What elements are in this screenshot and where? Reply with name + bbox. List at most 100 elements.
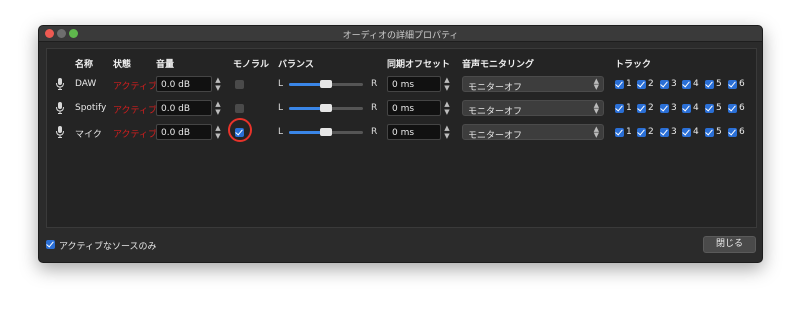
header-monitoring: 音声モニタリング bbox=[462, 60, 535, 70]
track-2-checkbox[interactable]: 2 bbox=[637, 127, 657, 138]
active-only-label: アクティブなソースのみ bbox=[59, 242, 157, 252]
monitoring-value: モニターオフ bbox=[468, 83, 523, 93]
volume-input[interactable]: 0.0 dB bbox=[156, 76, 212, 92]
balance-slider[interactable] bbox=[289, 104, 363, 112]
volume-input[interactable]: 0.0 dB bbox=[156, 124, 212, 140]
sync-stepper-icon[interactable]: ▲ ▼ bbox=[442, 124, 452, 140]
track-4-checkbox[interactable]: 4 bbox=[682, 103, 702, 114]
track-number: 3 bbox=[671, 127, 677, 137]
volume-input[interactable]: 0.0 dB bbox=[156, 100, 212, 116]
checkbox-checked-icon bbox=[615, 104, 624, 113]
source-name: マイク bbox=[75, 130, 102, 140]
track-5-checkbox[interactable]: 5 bbox=[705, 79, 725, 90]
track-number: 6 bbox=[739, 79, 745, 89]
sync-offset-input[interactable]: 0 ms bbox=[387, 76, 441, 92]
track-6-checkbox[interactable]: 6 bbox=[728, 103, 748, 114]
track-3-checkbox[interactable]: 3 bbox=[660, 79, 680, 90]
track-2-checkbox[interactable]: 2 bbox=[637, 103, 657, 114]
checkbox-checked-icon bbox=[705, 104, 714, 113]
track-number: 5 bbox=[716, 103, 722, 113]
track-3-checkbox[interactable]: 3 bbox=[660, 103, 680, 114]
balance-slider-thumb[interactable] bbox=[320, 128, 332, 136]
track-number: 4 bbox=[693, 103, 699, 113]
checkbox-checked-icon bbox=[728, 128, 737, 137]
track-6-checkbox[interactable]: 6 bbox=[728, 127, 748, 138]
track-number: 5 bbox=[716, 79, 722, 89]
checkbox-checked-icon bbox=[615, 80, 624, 89]
balance-slider-thumb[interactable] bbox=[320, 80, 332, 88]
source-row: DAW アクティブ 0.0 dB ▲ ▼ L R 0 ms ▲ ▼ モニターオフ ▲ ▼ 1 2 3 4 5 6 bbox=[47, 74, 756, 94]
header-volume: 音量 bbox=[156, 60, 175, 70]
track-6-checkbox[interactable]: 6 bbox=[728, 79, 748, 90]
balance-slider-thumb[interactable] bbox=[320, 104, 332, 112]
sync-stepper-icon[interactable]: ▲ ▼ bbox=[442, 100, 452, 116]
highlight-circle bbox=[228, 118, 252, 142]
updown-chevron-icon: ▲ ▼ bbox=[593, 101, 599, 115]
track-number: 5 bbox=[716, 127, 722, 137]
balance-slider[interactable] bbox=[289, 128, 363, 136]
volume-stepper-icon[interactable]: ▲ ▼ bbox=[213, 124, 223, 140]
track-number: 6 bbox=[739, 103, 745, 113]
track-4-checkbox[interactable]: 4 bbox=[682, 79, 702, 90]
volume-stepper-icon[interactable]: ▲ ▼ bbox=[213, 76, 223, 92]
monitoring-select[interactable]: モニターオフ ▲ ▼ bbox=[462, 124, 604, 141]
source-row: Spotify アクティブ 0.0 dB ▲ ▼ L R 0 ms ▲ ▼ モニターオフ ▲ ▼ 1 2 3 4… bbox=[47, 98, 756, 118]
track-1-checkbox[interactable]: 1 bbox=[615, 127, 635, 138]
track-1-checkbox[interactable]: 1 bbox=[615, 103, 635, 114]
microphone-icon bbox=[55, 78, 65, 90]
monitoring-select[interactable]: モニターオフ ▲ ▼ bbox=[462, 76, 604, 93]
close-button[interactable]: 閉じる bbox=[703, 236, 756, 253]
balance-right-label: R bbox=[371, 103, 378, 113]
header-mono: モノラル bbox=[233, 60, 270, 70]
source-status: アクティブ bbox=[113, 130, 158, 140]
updown-chevron-icon: ▲ ▼ bbox=[593, 125, 599, 139]
header-name: 名称 bbox=[75, 60, 94, 70]
track-number: 1 bbox=[626, 79, 632, 89]
track-5-checkbox[interactable]: 5 bbox=[705, 127, 725, 138]
track-number: 4 bbox=[693, 127, 699, 137]
source-status: アクティブ bbox=[113, 106, 158, 116]
checkbox-checked-icon bbox=[728, 80, 737, 89]
checkbox-checked-icon bbox=[705, 128, 714, 137]
checkbox-checked-icon bbox=[615, 128, 624, 137]
track-1-checkbox[interactable]: 1 bbox=[615, 79, 635, 90]
updown-chevron-icon: ▲ ▼ bbox=[593, 77, 599, 91]
mono-checkbox[interactable] bbox=[235, 104, 244, 113]
track-3-checkbox[interactable]: 3 bbox=[660, 127, 680, 138]
track-2-checkbox[interactable]: 2 bbox=[637, 79, 657, 90]
track-number: 1 bbox=[626, 127, 632, 137]
track-number: 3 bbox=[671, 103, 677, 113]
active-only-checkbox[interactable] bbox=[46, 240, 55, 249]
sync-offset-input[interactable]: 0 ms bbox=[387, 100, 441, 116]
audio-properties-window: オーディオの詳細プロパティ 名称 状態 音量 モノラル バランス 同期オフセット… bbox=[38, 25, 763, 263]
audio-sources-panel: 名称 状態 音量 モノラル バランス 同期オフセット 音声モニタリング トラック… bbox=[46, 48, 757, 228]
header-balance: バランス bbox=[278, 60, 314, 70]
balance-right-label: R bbox=[371, 79, 378, 89]
source-status: アクティブ bbox=[113, 82, 158, 92]
track-number: 2 bbox=[648, 103, 654, 113]
track-number: 2 bbox=[648, 127, 654, 137]
source-name: DAW bbox=[75, 79, 97, 89]
checkbox-checked-icon bbox=[660, 80, 669, 89]
checkbox-checked-icon bbox=[637, 80, 646, 89]
track-number: 3 bbox=[671, 79, 677, 89]
sync-stepper-icon[interactable]: ▲ ▼ bbox=[442, 76, 452, 92]
monitoring-select[interactable]: モニターオフ ▲ ▼ bbox=[462, 100, 604, 117]
mono-checkbox[interactable] bbox=[235, 80, 244, 89]
checkbox-checked-icon bbox=[682, 104, 691, 113]
microphone-icon bbox=[55, 126, 65, 138]
sync-offset-input[interactable]: 0 ms bbox=[387, 124, 441, 140]
track-4-checkbox[interactable]: 4 bbox=[682, 127, 702, 138]
monitoring-value: モニターオフ bbox=[468, 107, 523, 117]
source-name: Spotify bbox=[75, 103, 107, 113]
track-number: 6 bbox=[739, 127, 745, 137]
source-row: マイク アクティブ 0.0 dB ▲ ▼ L R 0 ms ▲ ▼ モニターオフ ▲ ▼ 1 2 3 4 5 6 bbox=[47, 118, 756, 142]
volume-stepper-icon[interactable]: ▲ ▼ bbox=[213, 100, 223, 116]
balance-slider[interactable] bbox=[289, 80, 363, 88]
balance-left-label: L bbox=[278, 103, 284, 113]
monitoring-value: モニターオフ bbox=[468, 131, 523, 141]
header-sync-offset: 同期オフセット bbox=[387, 60, 451, 70]
checkbox-checked-icon bbox=[637, 128, 646, 137]
checkbox-checked-icon bbox=[660, 104, 669, 113]
track-5-checkbox[interactable]: 5 bbox=[705, 103, 725, 114]
